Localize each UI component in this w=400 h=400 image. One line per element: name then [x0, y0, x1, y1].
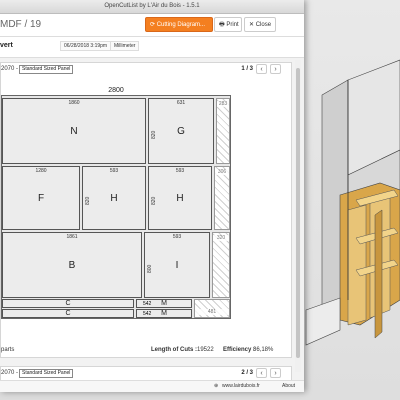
part-label: I — [175, 260, 179, 271]
globe-icon: ⊕ — [214, 383, 219, 389]
part-C2[interactable]: C — [2, 309, 134, 318]
part-label: C — [65, 300, 71, 307]
waste-area-4: 481 — [194, 299, 230, 318]
part-width: 1860 — [68, 100, 80, 106]
waste-width: 481 — [195, 309, 229, 315]
prev-button[interactable]: ‹ — [256, 368, 267, 378]
part-G[interactable]: 631 820 G — [148, 98, 214, 164]
prev-button[interactable]: ‹ — [256, 64, 267, 74]
part-label: H — [110, 193, 118, 204]
standard-panel-badge: Standard Sized Panel — [19, 65, 74, 74]
panel-dimension: 2070 - — [1, 370, 19, 376]
next-button[interactable]: › — [270, 64, 281, 74]
print-button[interactable]: 🖶 Print — [214, 17, 242, 32]
part-width: 593 — [172, 234, 182, 240]
cutting-diagram-button[interactable]: ⟳ Cutting Diagram... — [145, 17, 213, 32]
part-label: M — [161, 310, 167, 317]
length-of-cuts-label: Length of Cuts : — [151, 347, 197, 353]
part-label: B — [68, 260, 76, 271]
waste-area-3: 320 — [212, 232, 230, 298]
part-H2[interactable]: 593 820 H — [148, 166, 212, 230]
part-I[interactable]: 593 800 I — [144, 232, 210, 298]
scrollbar-thumb[interactable] — [296, 68, 300, 358]
chevron-right-icon: › — [274, 66, 277, 73]
panel-header: 2070 - Standard Sized Panel 1 / 3 ‹ › — [1, 63, 291, 77]
next-button[interactable]: › — [270, 368, 281, 378]
printer-icon: 🖶 — [219, 22, 225, 28]
waste-width: 283 — [217, 101, 229, 107]
part-width: 631 — [176, 100, 186, 106]
part-width: 1861 — [66, 234, 78, 240]
window-titlebar: OpenCutList by L'Air du Bois - 1.5.1 — [0, 0, 304, 14]
efficiency-value: 86,18% — [253, 347, 274, 353]
part-width: 593 — [175, 168, 185, 174]
part-H1[interactable]: 593 820 H — [82, 166, 146, 230]
part-label: M — [161, 300, 167, 307]
waste-width: 306 — [215, 169, 229, 175]
panel-dimension: 2070 - — [1, 66, 19, 72]
parts-count-label: parts — [1, 347, 15, 353]
part-label: C — [65, 310, 71, 317]
cabinet-model — [305, 59, 400, 346]
cutting-sheet: 1860 N 631 820 G 283 1280 F 593 820 H 59… — [1, 95, 231, 319]
material-title: MDF / 19 — [0, 19, 42, 30]
chevron-left-icon: ‹ — [260, 66, 263, 73]
sketchup-viewport[interactable] — [300, 0, 400, 400]
part-M1[interactable]: 542 M — [136, 299, 192, 308]
waste-area-1: 283 — [216, 98, 230, 164]
standard-panel-badge: Standard Sized Panel — [19, 369, 74, 378]
part-B[interactable]: 1861 B — [2, 232, 142, 298]
close-button[interactable]: ✕ Close — [244, 17, 276, 32]
vertical-scrollbar[interactable] — [295, 60, 301, 372]
efficiency-label: Efficiency : — [223, 347, 256, 353]
opencutlist-window: OpenCutList by L'Air du Bois - 1.5.1 MDF… — [0, 0, 304, 392]
part-width: 593 — [109, 168, 119, 174]
page-indicator: 2 / 3 — [241, 370, 253, 376]
part-label: H — [176, 193, 184, 204]
chevron-left-icon: ‹ — [260, 370, 263, 377]
panel-header: 2070 - Standard Sized Panel 2 / 3 ‹ › — [1, 367, 291, 381]
waste-width: 320 — [213, 235, 229, 241]
part-label: G — [177, 126, 185, 137]
status-bar: ⊕ www.lairdubois.fr About — [0, 380, 304, 392]
refresh-icon: ⟳ — [150, 22, 156, 28]
sheet-length-label: 2800 — [108, 87, 124, 94]
part-N[interactable]: 1860 N — [2, 98, 146, 164]
report-date: 06/28/2018 3:19pm — [60, 41, 112, 51]
part-C1[interactable]: C — [2, 299, 134, 308]
part-M2[interactable]: 542 M — [136, 309, 192, 318]
unit-label: Millimeter — [110, 41, 140, 51]
sheet-panel-1: 2070 - Standard Sized Panel 1 / 3 ‹ › 28… — [0, 62, 292, 358]
part-F[interactable]: 1280 F — [2, 166, 80, 230]
length-of-cuts-value: 19522 — [197, 347, 214, 353]
part-label: F — [37, 193, 45, 204]
page-indicator: 1 / 3 — [241, 66, 253, 72]
part-label: N — [70, 126, 78, 137]
waste-area-2: 306 — [214, 166, 230, 230]
panel-summary: parts Length of Cuts : 19522 Efficiency … — [1, 345, 293, 357]
report-subheader: vert 06/28/2018 3:19pm Millimeter — [0, 37, 304, 58]
part-width: 1280 — [35, 168, 47, 174]
about-link[interactable]: About — [282, 383, 295, 389]
website-link[interactable]: www.lairdubois.fr — [222, 383, 260, 389]
material-name: vert — [0, 42, 13, 49]
close-icon: ✕ — [249, 22, 255, 28]
chevron-right-icon: › — [274, 370, 277, 377]
dialog-header: MDF / 19 ⟳ Cutting Diagram... 🖶 Print ✕ … — [0, 14, 304, 37]
